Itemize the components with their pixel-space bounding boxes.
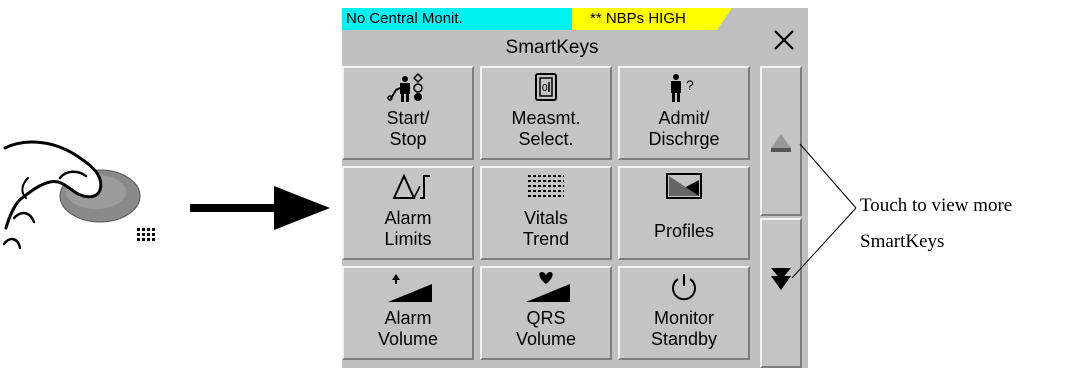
key-label-line2: Dischrge: [648, 129, 720, 149]
qrs-volume-icon: [526, 272, 570, 302]
key-measurement-select[interactable]: 0 Measmt. Select.: [480, 66, 612, 160]
svg-text:0: 0: [542, 83, 548, 94]
key-alarm-volume[interactable]: Alarm Volume: [342, 266, 474, 360]
admit-discharge-icon: ?: [671, 74, 694, 102]
key-admit-discharge[interactable]: ? Admit/ Dischrge: [618, 66, 750, 160]
alarm-volume-icon: [388, 274, 432, 302]
scroll-up-button[interactable]: [760, 66, 802, 216]
key-label-line1: Monitor: [653, 308, 715, 328]
close-icon[interactable]: [766, 22, 802, 58]
key-monitor-standby[interactable]: Monitor Standby: [618, 266, 750, 360]
power-icon: [672, 274, 696, 301]
key-label-line2: Volume: [377, 329, 439, 349]
smartkeys-window: No Central Monit. ** NBPs HIGH SmartKeys…: [342, 8, 808, 368]
key-vitals-trend[interactable]: Vitals Trend: [480, 166, 612, 260]
scroll-column: [760, 66, 802, 368]
key-alarm-limits[interactable]: Alarm Limits: [342, 166, 474, 260]
callout-line1: Touch to view more: [860, 195, 1013, 216]
key-label-line2: Limits: [384, 229, 432, 249]
callout-line2: SmartKeys: [860, 231, 945, 252]
key-label-line1: Start/: [386, 108, 430, 128]
window-title: SmartKeys: [505, 37, 599, 58]
status-alarm-nbp-high[interactable]: ** NBPs HIGH: [572, 8, 732, 30]
scroll-up-icon: [771, 134, 791, 152]
measurement-select-icon: 0: [535, 73, 557, 101]
key-label: Profiles: [653, 221, 715, 241]
key-label-line1: Admit/: [658, 108, 710, 128]
key-label-line2: Trend: [522, 229, 570, 249]
smartkeys-dots-icon: [137, 228, 155, 241]
callout-text: Touch to view more SmartKeys: [860, 188, 1012, 260]
key-label-line2: Stop: [389, 129, 427, 149]
key-qrs-volume[interactable]: QRS Volume: [480, 266, 612, 360]
profiles-icon: [666, 173, 702, 199]
key-start-stop[interactable]: Start/ Stop: [342, 66, 474, 160]
key-label-line2: Select.: [518, 129, 574, 149]
key-label-line2: Standby: [650, 329, 718, 349]
key-label-line1: Alarm: [384, 208, 432, 228]
key-label-line1: QRS: [526, 308, 566, 328]
key-label-line2: Volume: [515, 329, 577, 349]
finger-press-icon: [2, 140, 155, 250]
status-alarm-text: ** NBPs HIGH: [590, 10, 686, 27]
start-stop-nbp-icon: [387, 72, 424, 102]
smartkeys-grid: Start/ Stop 0 Measmt. Select. ? Admit/ D…: [342, 66, 756, 368]
status-central-monitor: No Central Monit.: [342, 8, 572, 30]
key-profiles[interactable]: Profiles: [618, 166, 750, 260]
scroll-down-button[interactable]: [760, 218, 802, 368]
svg-text:?: ?: [686, 77, 694, 93]
scroll-down-icon: [771, 268, 791, 290]
key-label-line1: Vitals: [524, 208, 568, 228]
right-arrow-icon: [190, 186, 330, 230]
key-label-line1: Measmt.: [511, 108, 581, 128]
key-label-line1: Alarm: [384, 308, 432, 328]
alarm-limits-icon: [392, 173, 430, 199]
vitals-trend-icon: [528, 175, 564, 197]
